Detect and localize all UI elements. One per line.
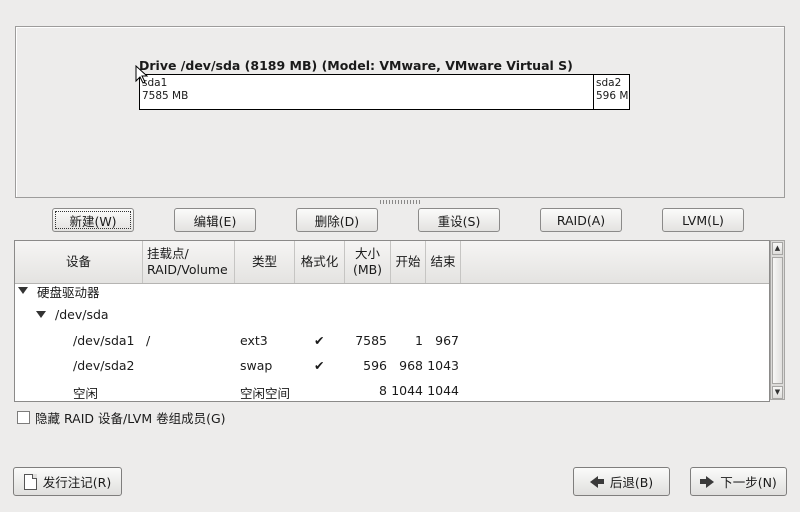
segment-size: 7585 MB [142, 90, 189, 102]
partition-segment-sda2[interactable]: sda2 596 M [593, 75, 629, 109]
partition-table[interactable]: 设备 挂载点/ RAID/Volume 类型 格式化 大小 (MB) 开始 结束… [14, 240, 770, 402]
raid-button[interactable]: RAID(A) [540, 208, 622, 232]
scroll-up-arrow-icon[interactable]: ▲ [772, 242, 783, 255]
column-header-mount[interactable]: 挂载点/ RAID/Volume [143, 241, 235, 283]
back-button[interactable]: 后退(B) [573, 467, 670, 496]
cell-type: swap [240, 358, 273, 373]
delete-button[interactable]: 删除(D) [296, 208, 378, 232]
release-notes-button[interactable]: 发行注记(R) [13, 467, 122, 496]
scroll-down-arrow-icon[interactable]: ▼ [772, 386, 783, 399]
group-label: 硬盘驱动器 [37, 285, 100, 300]
column-header-format[interactable]: 格式化 [295, 241, 345, 283]
cell-start: 1 [415, 333, 423, 348]
edit-button[interactable]: 编辑(E) [174, 208, 256, 232]
format-check-icon: ✔ [314, 358, 325, 373]
release-notes-label: 发行注记(R) [42, 475, 112, 490]
cell-start: 1044 [391, 383, 423, 398]
drive-title: Drive /dev/sda (8189 MB) (Model: VMware,… [139, 58, 573, 73]
cell-type: ext3 [240, 333, 268, 348]
segment-size: 596 M [596, 90, 629, 102]
drive-overview-panel [15, 26, 785, 198]
cell-size: 596 [363, 358, 387, 373]
partition-segment-sda1[interactable]: sda1 7585 MB [140, 75, 593, 109]
column-header-device[interactable]: 设备 [15, 241, 143, 283]
disk-label: /dev/sda [55, 307, 109, 322]
next-label: 下一步(N) [720, 475, 777, 490]
back-arrow-icon [589, 475, 604, 488]
table-row[interactable]: 空闲 空闲空间 8 1044 1044 [15, 378, 769, 401]
cell-mount: / [146, 333, 151, 348]
column-header-type[interactable]: 类型 [235, 241, 295, 283]
drive-partition-bar: sda1 7585 MB sda2 596 M [139, 74, 630, 110]
cell-device: 空闲 [73, 386, 99, 401]
cell-end: 1044 [427, 383, 459, 398]
cell-end: 1043 [427, 358, 459, 373]
expander-open-icon[interactable] [36, 311, 46, 318]
pane-resize-handle[interactable] [380, 200, 420, 204]
hide-raid-lvm-label[interactable]: 隐藏 RAID 设备/LVM 卷组成员(G) [35, 408, 226, 427]
back-label: 后退(B) [609, 475, 654, 490]
cell-size: 7585 [355, 333, 387, 348]
next-button[interactable]: 下一步(N) [690, 467, 787, 496]
column-header-end[interactable]: 结束 [426, 241, 461, 283]
reset-button[interactable]: 重设(S) [418, 208, 500, 232]
next-arrow-icon [700, 475, 715, 488]
tree-row-hard-drives[interactable]: 硬盘驱动器 [15, 282, 769, 307]
segment-name: sda2 [596, 77, 622, 89]
table-scrollbar[interactable]: ▲ ▼ [770, 240, 785, 400]
table-row[interactable]: /dev/sda2 swap ✔ 596 968 1043 [15, 353, 769, 378]
cell-type: 空闲空间 [240, 386, 291, 401]
new-button[interactable]: 新建(W) [52, 208, 134, 232]
cell-size: 8 [379, 383, 387, 398]
column-header-start[interactable]: 开始 [391, 241, 426, 283]
table-header: 设备 挂载点/ RAID/Volume 类型 格式化 大小 (MB) 开始 结束 [15, 241, 769, 284]
document-icon [23, 473, 37, 490]
scrollbar-thumb[interactable] [772, 257, 783, 384]
segment-name: sda1 [142, 77, 168, 89]
table-row[interactable]: /dev/sda1 / ext3 ✔ 7585 1 967 [15, 328, 769, 353]
expander-open-icon[interactable] [18, 287, 28, 294]
mouse-pointer-icon [135, 65, 149, 84]
cell-device: /dev/sda1 [73, 333, 135, 348]
column-header-size[interactable]: 大小 (MB) [345, 241, 391, 283]
cell-device: /dev/sda2 [73, 358, 135, 373]
cell-end: 967 [435, 333, 459, 348]
hide-raid-lvm-checkbox[interactable] [17, 411, 30, 424]
lvm-button[interactable]: LVM(L) [662, 208, 744, 232]
format-check-icon: ✔ [314, 333, 325, 348]
cell-start: 968 [399, 358, 423, 373]
